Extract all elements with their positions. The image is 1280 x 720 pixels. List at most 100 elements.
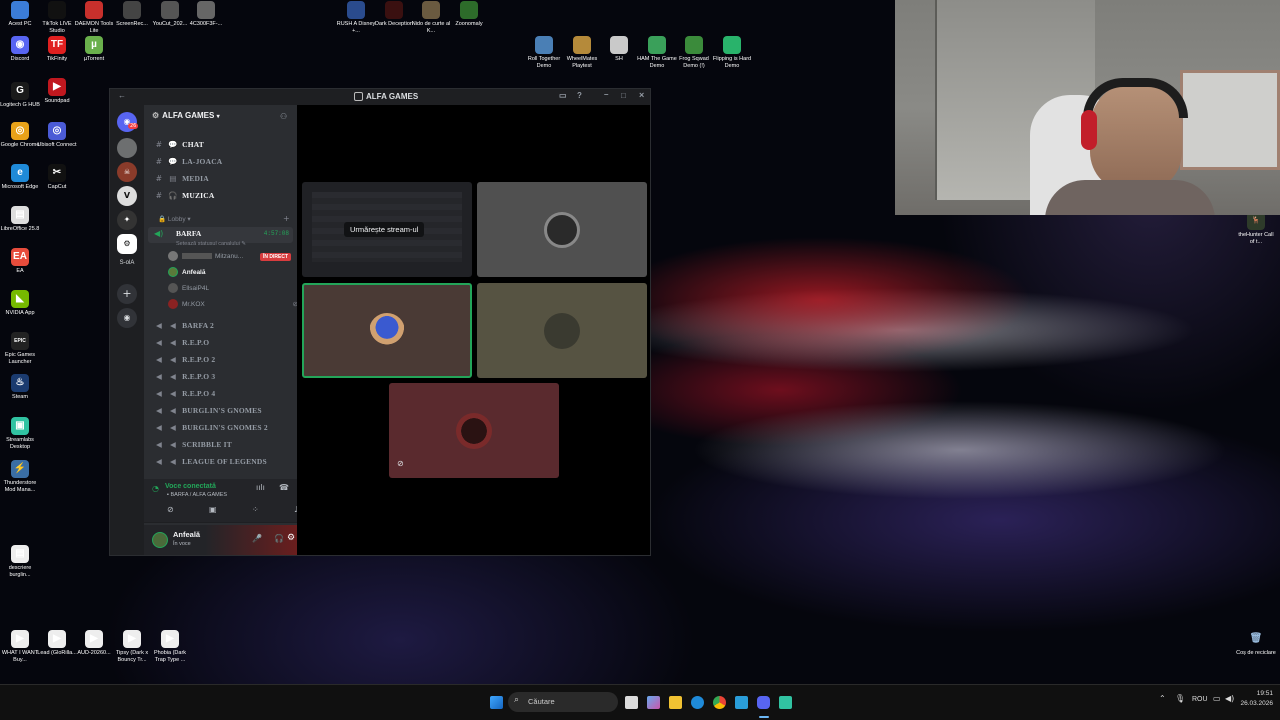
voice-status[interactable]: Voce conectată bbox=[165, 483, 216, 490]
desktop-icon-top-1[interactable]: TikTok LIVE Studio bbox=[37, 1, 77, 34]
desktop-icon-top-2[interactable]: DAEMON Tools Lite bbox=[74, 1, 114, 34]
voice-channel[interactable]: ◀ ◀ BURGLIN'S GNOMES 2 bbox=[152, 420, 292, 435]
desktop-icon-bottom-4[interactable]: ▶ Phobia (Dark Trap Type ... bbox=[150, 630, 190, 663]
desktop-icon-bottom-3[interactable]: ▶ Tipsy (Dark x Bouncy Tr... bbox=[112, 630, 152, 663]
text-channel[interactable]: # 💬 LA-JOACA bbox=[152, 154, 292, 169]
microphone-icon[interactable]: 🎤 bbox=[252, 534, 262, 543]
text-channel[interactable]: # 🎧 MUZICA bbox=[152, 188, 292, 203]
desktop-icon-left-5[interactable]: ◎ Google Chrome bbox=[0, 122, 40, 149]
headphones-icon[interactable]: 🎧 bbox=[274, 534, 284, 543]
desktop-icon-bottom-1[interactable]: ▶ Lead (GloRilla... bbox=[37, 630, 77, 657]
microphone-icon[interactable]: 🎙 bbox=[1175, 694, 1185, 703]
desktop-icon-left-3[interactable]: G Logitech G HUB bbox=[0, 82, 40, 109]
back-arrow-icon[interactable]: ← bbox=[118, 91, 126, 100]
chrome-icon[interactable] bbox=[713, 696, 726, 709]
voice-channel[interactable]: ◀ ◀ BURGLIN'S GNOMES bbox=[152, 403, 292, 418]
text-channel[interactable]: # 💬 CHAT bbox=[152, 137, 292, 152]
add-server-icon[interactable]: + bbox=[117, 284, 137, 304]
maximize-icon[interactable]: □ bbox=[621, 91, 626, 100]
voice-channel[interactable]: ◀ ◀ R.E.P.O 2 bbox=[152, 352, 292, 367]
inbox-icon[interactable]: ▭ bbox=[559, 91, 567, 100]
participant-tile[interactable]: ⊘ bbox=[389, 383, 559, 478]
desktop-icon-left-11[interactable]: ◣ NVIDIA App bbox=[0, 290, 40, 317]
close-icon[interactable]: × bbox=[639, 90, 644, 100]
volume-icon[interactable]: ◀) bbox=[1225, 694, 1234, 703]
noise-suppression-icon[interactable]: ıılı bbox=[256, 483, 265, 492]
clock-time[interactable]: 19:51 bbox=[1241, 690, 1273, 697]
language-indicator[interactable]: ROU bbox=[1192, 696, 1208, 703]
desktop-icon-game-1[interactable]: WheelMates Playtest bbox=[562, 36, 602, 69]
desktop-icon-top-7[interactable]: Dark Deception bbox=[374, 1, 414, 28]
voice-member[interactable]: Anfeală bbox=[168, 266, 205, 280]
file-explorer-icon[interactable] bbox=[669, 696, 682, 709]
voice-channel[interactable]: ◀ ◀ LEAGUE OF LEGENDS bbox=[152, 454, 292, 469]
desktop-icon-left-13[interactable]: ♨ Steam bbox=[0, 374, 40, 401]
desktop-icon-top-9[interactable]: Zoonomaly bbox=[449, 1, 489, 28]
watch-stream-button[interactable]: Urmărește stream-ul bbox=[344, 222, 425, 237]
voice-location[interactable]: ▪ BARFA / ALFA GAMES bbox=[167, 492, 227, 498]
store-icon[interactable] bbox=[735, 696, 748, 709]
channel-status[interactable]: Setează statusul canalului ✎ bbox=[176, 241, 246, 247]
desktop-icon-left-7[interactable]: e Microsoft Edge bbox=[0, 164, 40, 191]
participant-tile[interactable] bbox=[477, 283, 647, 378]
desktop-icon-left-12[interactable]: EPIC Epic Games Launcher bbox=[0, 332, 40, 365]
desktop-icon-top-4[interactable]: YouCut_202... bbox=[150, 1, 190, 28]
desktop-icon-left-8[interactable]: ✂ CapCut bbox=[37, 164, 77, 191]
desktop-icon-top-8[interactable]: Nido de curte al K... bbox=[411, 1, 451, 34]
desktop-icon-game-5[interactable]: Flipping is Hard Demo bbox=[712, 36, 752, 69]
add-channel-icon[interactable]: + bbox=[283, 214, 290, 223]
voice-member[interactable]: Mitzanu... ÎN DIRECT bbox=[168, 250, 291, 264]
desktop-icon-game-4[interactable]: Frog Sqwad Demo (!) bbox=[674, 36, 714, 69]
desktop-icon-left-0[interactable]: ◉ Discord bbox=[0, 36, 40, 63]
desktop-icon-top-5[interactable]: 4C300F3F-... bbox=[186, 1, 226, 28]
network-icon[interactable]: ▭ bbox=[1213, 694, 1221, 703]
desktop-icon-top-0[interactable]: Acest PC bbox=[0, 1, 40, 28]
server-icon-3[interactable]: V bbox=[117, 186, 137, 206]
desktop-icon-left-10[interactable]: EA EA bbox=[0, 248, 40, 275]
add-member-icon[interactable]: ⚇ bbox=[280, 112, 287, 121]
server-icon-alfa-games[interactable]: ⚙ bbox=[117, 234, 137, 254]
voice-channel[interactable]: ◀ ◀ R.E.P.O bbox=[152, 335, 292, 350]
server-folder-label[interactable]: S-olA bbox=[110, 260, 144, 266]
server-icon-4[interactable]: ✦ bbox=[117, 210, 137, 230]
discord-window[interactable]: ← ALFA GAMES ▭ ? – □ × ◉ 26 ☠ V ✦ ⚙ S-ol… bbox=[109, 88, 651, 556]
discord-taskbar-icon[interactable] bbox=[757, 696, 770, 709]
settings-gear-icon[interactable]: ⚙ bbox=[287, 533, 295, 543]
server-icon-2[interactable]: ☠ bbox=[117, 162, 137, 182]
direct-messages-icon[interactable]: ◉ bbox=[117, 112, 137, 132]
desktop-icon-left-9[interactable]: ▤ LibreOffice 25.8 bbox=[0, 206, 40, 233]
voice-channel[interactable]: ◀ ◀ BARFA 2 bbox=[152, 318, 292, 333]
desktop-icon-left-2[interactable]: µ µTorrent bbox=[74, 36, 114, 63]
copilot-icon[interactable] bbox=[647, 696, 660, 709]
desktop-icon-thehunter[interactable]: 🦌 theHunter Call of t... bbox=[1236, 212, 1276, 245]
desktop-icon-bottom-2[interactable]: ▶ AUD-20260... bbox=[74, 630, 114, 657]
desktop-icon-recycle-bin[interactable]: 🗑 Coș de reciclare bbox=[1236, 630, 1276, 657]
voice-channel[interactable]: ◀ ◀ R.E.P.O 3 bbox=[152, 369, 292, 384]
screen-share-icon[interactable]: ▣ bbox=[209, 505, 217, 514]
stream-tile[interactable]: Urmărește stream-ul bbox=[302, 182, 472, 277]
desktop-icon-top-3[interactable]: ScreenRec... bbox=[112, 1, 152, 28]
participant-tile-speaking[interactable] bbox=[302, 283, 472, 378]
desktop-icon-top-6[interactable]: RUSH A Disney +... bbox=[336, 1, 376, 34]
clock-date[interactable]: 26.03.2026 bbox=[1235, 700, 1273, 707]
desktop-icon-left-14[interactable]: ▣ Streamlabs Desktop bbox=[0, 417, 40, 450]
streamlabs-taskbar-icon[interactable] bbox=[779, 696, 792, 709]
edge-icon[interactable] bbox=[691, 696, 704, 709]
desktop-icon-game-3[interactable]: HAM The Game Demo bbox=[637, 36, 677, 69]
voice-channel[interactable]: ◀ ◀ SCRIBBLE IT bbox=[152, 437, 292, 452]
windows-start-icon[interactable] bbox=[490, 696, 503, 709]
help-icon[interactable]: ? bbox=[577, 91, 582, 100]
avatar[interactable] bbox=[152, 532, 168, 548]
server-icon-1[interactable] bbox=[117, 138, 137, 158]
search-box[interactable]: ⌕ Căutare bbox=[508, 692, 618, 712]
desktop-icon-left-1[interactable]: TF TikFinity bbox=[37, 36, 77, 63]
text-channel[interactable]: # ▤ MEDIA bbox=[152, 171, 292, 186]
participant-tile[interactable] bbox=[477, 182, 647, 277]
chevron-up-icon[interactable]: ⌃ bbox=[1159, 694, 1166, 703]
activities-icon[interactable]: ⁘ bbox=[252, 505, 259, 514]
desktop-icon-left-16[interactable]: ▤ descriere burglin... bbox=[0, 545, 40, 578]
voice-member[interactable]: EllsaiP4L bbox=[168, 282, 209, 296]
desktop-icon-left-15[interactable]: ⚡ Thunderstore Mod Mana... bbox=[0, 460, 40, 493]
desktop-icon-game-2[interactable]: SH bbox=[599, 36, 639, 63]
desktop-icon-left-6[interactable]: ◎ Ubisoft Connect bbox=[37, 122, 77, 149]
